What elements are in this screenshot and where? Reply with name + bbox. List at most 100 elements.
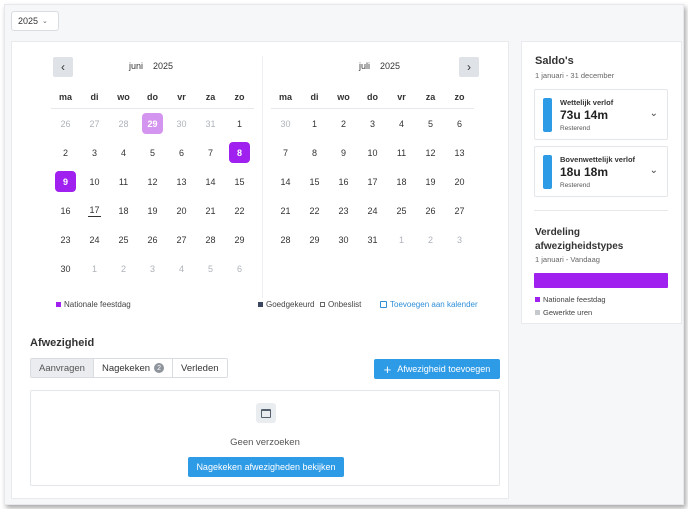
calendar-day[interactable]: 26	[416, 196, 445, 225]
calendar-day[interactable]: 1	[387, 225, 416, 254]
calendar-day[interactable]: 6	[167, 138, 196, 167]
calendar-day[interactable]: 24	[80, 225, 109, 254]
calendar-day[interactable]: 16	[51, 196, 80, 225]
calendar-day[interactable]: 31	[358, 225, 387, 254]
chevron-down-icon[interactable]: ⌄	[650, 165, 658, 176]
calendar-day[interactable]: 18	[109, 196, 138, 225]
year-select[interactable]: 2025 ⌄	[11, 11, 59, 31]
next-month-button[interactable]: ›	[459, 57, 479, 77]
day-number: 3	[456, 234, 462, 245]
calendar-day[interactable]: 5	[196, 254, 225, 283]
tab-label: Aanvragen	[39, 362, 85, 374]
calendar-day[interactable]: 23	[51, 225, 80, 254]
calendar-day[interactable]: 5	[416, 109, 445, 138]
calendar-day[interactable]: 27	[80, 109, 109, 138]
balance-card-wettelijk[interactable]: Wettelijk verlof 73u 14m Resterend ⌄	[534, 89, 668, 140]
calendar-day[interactable]: 30	[271, 109, 300, 138]
calendar-day[interactable]: 15	[300, 167, 329, 196]
calendar-day[interactable]: 19	[138, 196, 167, 225]
calendar-day[interactable]: 1	[300, 109, 329, 138]
calendar-day[interactable]: 21	[271, 196, 300, 225]
calendar-day[interactable]: 28	[271, 225, 300, 254]
calendar-day[interactable]: 27	[167, 225, 196, 254]
calendar-day[interactable]: 29	[138, 109, 167, 138]
calendar-day[interactable]: 5	[138, 138, 167, 167]
calendar-day[interactable]: 17	[80, 196, 109, 225]
calendar-day[interactable]: 22	[300, 196, 329, 225]
calendar-day[interactable]: 30	[51, 254, 80, 283]
calendar-day[interactable]: 29	[300, 225, 329, 254]
calendar-day[interactable]: 25	[109, 225, 138, 254]
calendar-day[interactable]: 12	[416, 138, 445, 167]
calendar-day[interactable]: 21	[196, 196, 225, 225]
calendar-day[interactable]: 4	[387, 109, 416, 138]
calendar-day[interactable]: 11	[387, 138, 416, 167]
calendar-day[interactable]: 6	[225, 254, 254, 283]
calendar-day[interactable]: 28	[109, 109, 138, 138]
calendar-day[interactable]: 29	[225, 225, 254, 254]
balance-card-bovenwettelijk[interactable]: Bovenwettelijk verlof 18u 18m Resterend …	[534, 146, 668, 197]
calendar-day[interactable]: 14	[271, 167, 300, 196]
calendar-day[interactable]: 2	[329, 109, 358, 138]
calendar-day[interactable]: 1	[80, 254, 109, 283]
calendar-day[interactable]: 13	[445, 138, 474, 167]
calendar-day[interactable]: 24	[358, 196, 387, 225]
calendar-day[interactable]: 7	[196, 138, 225, 167]
prev-month-button[interactable]: ‹	[53, 57, 73, 77]
calendar-day[interactable]: 3	[358, 109, 387, 138]
calendar-day[interactable]: 11	[109, 167, 138, 196]
add-absence-button[interactable]: + Afwezigheid toevoegen	[374, 359, 500, 379]
calendar-day[interactable]: 27	[445, 196, 474, 225]
calendar-day[interactable]: 17	[358, 167, 387, 196]
tab-aanvragen[interactable]: Aanvragen	[31, 359, 94, 377]
calendar-day[interactable]: 25	[387, 196, 416, 225]
legend-undecided: Onbeslist	[320, 300, 361, 309]
day-number: 27	[454, 205, 465, 216]
calendar-day[interactable]: 6	[445, 109, 474, 138]
calendar-day[interactable]: 15	[225, 167, 254, 196]
view-reviewed-button[interactable]: Nagekeken afwezigheden bekijken	[188, 457, 344, 477]
calendar-day[interactable]: 1	[225, 109, 254, 138]
calendar-day[interactable]: 10	[80, 167, 109, 196]
calendar-day[interactable]: 26	[138, 225, 167, 254]
calendar-day[interactable]: 13	[167, 167, 196, 196]
calendar-day[interactable]: 2	[109, 254, 138, 283]
calendar-day[interactable]: 9	[329, 138, 358, 167]
calendar-day[interactable]: 12	[138, 167, 167, 196]
calendar-day[interactable]: 28	[196, 225, 225, 254]
calendar-day[interactable]: 3	[445, 225, 474, 254]
calendar-day[interactable]: 3	[138, 254, 167, 283]
calendar-day[interactable]: 7	[271, 138, 300, 167]
calendar-day[interactable]: 3	[80, 138, 109, 167]
calendar-day[interactable]: 16	[329, 167, 358, 196]
calendar-day[interactable]: 14	[196, 167, 225, 196]
add-to-calendar-link[interactable]: Toevoegen aan kalender	[380, 300, 478, 309]
calendar-day[interactable]: 8	[225, 138, 254, 167]
day-number: 30	[338, 234, 349, 245]
calendar-day[interactable]: 18	[387, 167, 416, 196]
calendar-day[interactable]: 10	[358, 138, 387, 167]
balance-desc: Resterend	[560, 125, 590, 132]
chevron-down-icon[interactable]: ⌄	[650, 108, 658, 119]
calendar-day[interactable]: 20	[445, 167, 474, 196]
calendar-day[interactable]: 22	[225, 196, 254, 225]
calendar-day[interactable]: 20	[167, 196, 196, 225]
balance-value: 18u 18m	[560, 165, 609, 179]
calendar-day[interactable]: 2	[51, 138, 80, 167]
calendar-day[interactable]: 19	[416, 167, 445, 196]
month-name: juni	[129, 61, 144, 71]
calendar-day[interactable]: 4	[109, 138, 138, 167]
calendar-day[interactable]: 9	[51, 167, 80, 196]
calendar-day[interactable]: 30	[167, 109, 196, 138]
calendar-day[interactable]: 26	[51, 109, 80, 138]
tab-verleden[interactable]: Verleden	[173, 359, 227, 377]
calendar-day[interactable]: 8	[300, 138, 329, 167]
calendar-day[interactable]: 31	[196, 109, 225, 138]
tab-nagekeken[interactable]: Nagekeken 2	[93, 359, 174, 377]
calendar-day[interactable]: 4	[167, 254, 196, 283]
calendar-day[interactable]: 2	[416, 225, 445, 254]
app-frame: 2025 ⌄ ‹ juni 2025 ma di wo do vr za zo 26 27 28 29…	[4, 4, 684, 505]
day-number: 22	[234, 205, 245, 216]
calendar-day[interactable]: 30	[329, 225, 358, 254]
calendar-day[interactable]: 23	[329, 196, 358, 225]
